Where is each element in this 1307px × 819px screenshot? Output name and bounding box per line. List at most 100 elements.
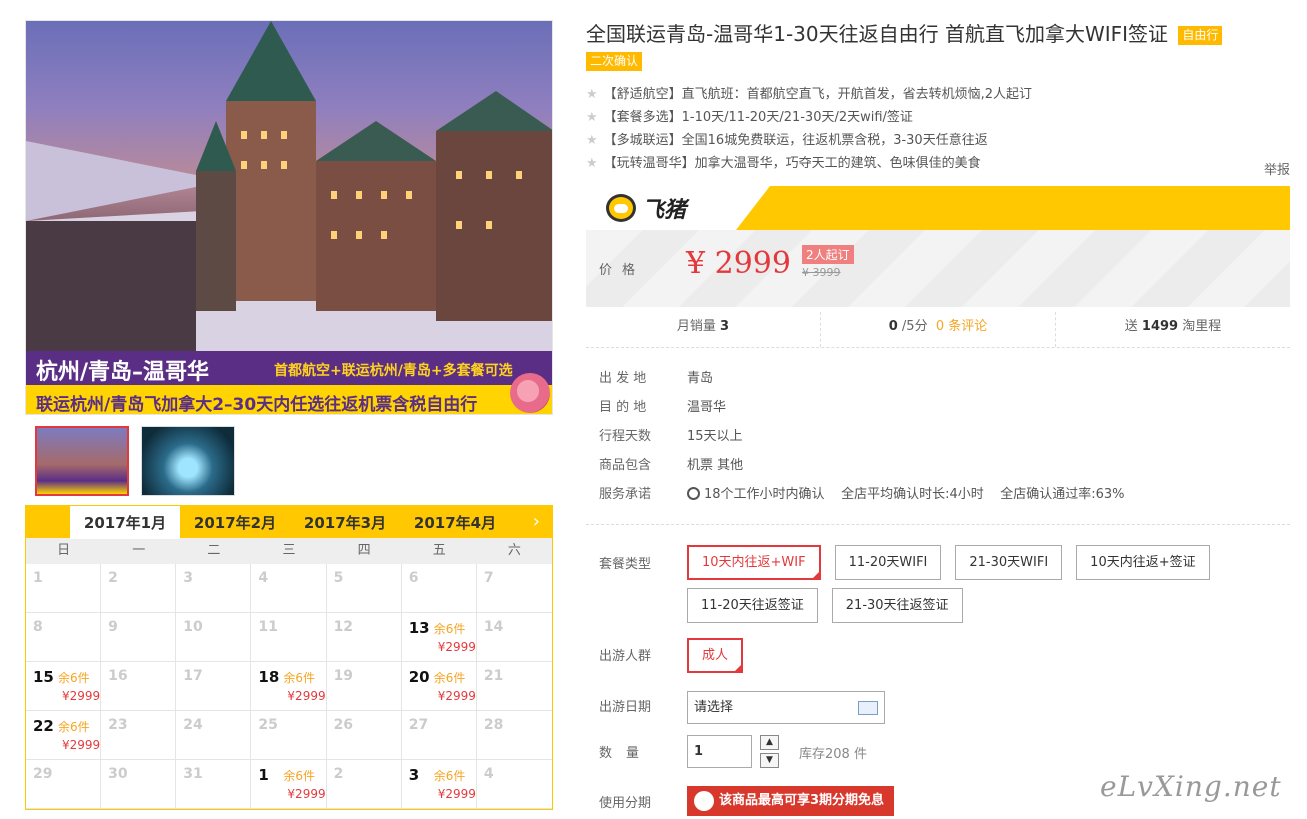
feature-text: 【舒适航空】直飞航班：首都航空直飞，开航首发，省去转机烦恼,2人起订 [603,87,1033,102]
package-option[interactable]: 21-30天WIFI [955,545,1063,580]
thumbnail-strip [35,426,235,496]
calendar-day-number: 11 [258,619,278,635]
info-label: 目 的 地 [599,400,647,415]
calendar-day-price: ¥2999 [287,689,326,703]
feature-text: 【多城联运】全国16城免费联运，往返机票含税，3-30天任意往返 [603,133,988,148]
thumbnail-2[interactable] [141,426,235,496]
quantity-label: 数量 [599,746,654,761]
calendar-day-number: 8 [33,619,43,635]
product-main-image: 杭州/青岛–温哥华 首都航空+联运杭州/青岛+多套餐可选 联运杭州/青岛飞加拿大… [25,20,553,415]
calendar-header: 2017年1月 2017年2月 2017年3月 2017年4月 › [26,506,552,539]
star-icon: ★ [586,133,598,148]
calendar-day-number: 14 [483,619,504,635]
thumbnail-1[interactable] [35,426,129,496]
info-value: 青岛 [687,371,714,386]
calendar-day-number: 27 [408,717,429,733]
report-link[interactable]: 举报 [1264,159,1290,178]
package-label: 套餐类型 [599,557,652,572]
product-gallery: 杭州/青岛–温哥华 首都航空+联运杭州/青岛+多套餐可选 联运杭州/青岛飞加拿大… [25,20,553,496]
quantity-increase-icon[interactable]: ▲ [760,735,779,750]
calendar-day-cell: 11 [251,613,327,662]
package-option[interactable]: 10天内往返+签证 [1076,545,1210,580]
calendar-day-price: ¥2999 [437,787,476,801]
calendar-day-stock: 余6件 [58,720,90,734]
calendar-day-cell: 21 [476,662,552,711]
calendar-grid: 1 2 3 4 5 6 7 8 9 10 11 12 13 余6件 ¥2999 14 15 余6件 ¥2999 16 1… [26,564,552,809]
calendar-day-cell[interactable]: 3 余6件 ¥2999 [401,760,477,809]
calendar-day-cell: 23 [101,711,177,760]
traveler-option-adult[interactable]: 成人 [687,638,744,673]
calendar-day-number: 13 [408,619,430,637]
info-label: 服务承诺 [599,487,652,502]
installment-button[interactable]: 该商品最高可享3期分期免息 [687,786,895,816]
tab-month-4[interactable]: 2017年4月 [400,506,510,538]
calendar-day-number: 31 [183,766,203,782]
calendar-day-cell: 25 [251,711,327,760]
calendar-day-cell: 14 [476,613,552,662]
calendar-day-cell: 3 [176,564,252,613]
calendar-weekdays: 日 一 二 三 四 五 六 [26,538,552,564]
calendar-day-number: 28 [483,717,504,733]
calendar-day-cell[interactable]: 18 余6件 ¥2999 [251,662,327,711]
calendar-day-cell: 17 [176,662,252,711]
calendar-day-number: 29 [33,766,53,782]
info-value: 机票 其他 [687,458,744,473]
calendar-day-cell: 19 [326,662,402,711]
next-month-icon[interactable]: › [533,511,540,532]
calendar-day-cell[interactable]: 22 余6件 ¥2999 [26,711,102,760]
calendar-day-stock: 余6件 [433,671,466,685]
calendar-icon[interactable] [858,701,878,715]
traveler-label: 出游人群 [599,649,652,664]
original-price: ¥ 3999 [802,266,841,279]
calendar-day-number: 2 [108,570,118,586]
calendar-day-cell: 28 [476,711,552,760]
calendar-day-cell[interactable]: 15 余6件 ¥2999 [26,662,102,711]
package-option[interactable]: 11-20天往返签证 [687,588,818,623]
calendar-day-cell: 31 [176,760,252,809]
installment-label: 使用分期 [599,796,652,811]
calendar-day-price: ¥2999 [62,738,101,752]
calendar-day-cell: 2 [101,564,177,613]
calendar-day-stock: 余6件 [433,622,466,636]
calendar-day-number: 6 [408,570,419,586]
calendar-day-cell[interactable]: 20 余6件 ¥2999 [401,662,477,711]
calendar-day-number: 3 [183,570,194,586]
calendar-day-number: 19 [333,668,354,684]
calendar-day-cell: 26 [326,711,402,760]
feature-text: 【套餐多选】1-10天/11-20天/21-30天/2天wifi/签证 [603,110,913,125]
calendar-day-number: 15 [33,668,54,686]
info-value: 18个工作小时内确认 全店平均确认时长:4小时 全店确认通过率:63% [704,487,1125,502]
calendar-day-number: 4 [258,570,269,586]
calendar-day-number: 9 [108,619,118,635]
calendar-day-number: 7 [483,570,494,586]
package-option[interactable]: 10天内往返+WIF [687,545,821,580]
tab-month-1[interactable]: 2017年1月 [70,506,180,539]
fliggy-brand-name: 飞猪 [642,198,687,223]
fliggy-brand-bar: 飞猪 [586,186,1290,230]
banner-title: 杭州/青岛–温哥华 [36,360,210,385]
calendar-day-cell: 8 [26,613,102,662]
comments-link[interactable]: 0 条评论 [936,319,987,334]
calendar-day-cell: 27 [401,711,477,760]
calendar-day-cell[interactable]: 13 余6件 ¥2999 [401,613,477,662]
tab-month-2[interactable]: 2017年2月 [180,506,290,538]
traveler-options: 成人 [687,638,1287,673]
calendar-day-number: 18 [258,668,280,686]
feature-item: ★ 【舒适航空】直飞航班：首都航空直飞，开航首发，省去转机烦恼,2人起订 [586,83,1290,106]
tab-month-3[interactable]: 2017年3月 [290,506,400,538]
star-icon: ★ [586,110,598,125]
date-picker-input[interactable]: 请选择 [687,691,885,724]
calendar-day-number: 4 [483,766,494,782]
package-option[interactable]: 21-30天往返签证 [831,588,963,623]
calendar-day-cell: 6 [401,564,477,613]
calendar-day-cell: 5 [326,564,402,613]
quantity-input[interactable]: 1 [687,735,752,768]
package-option[interactable]: 11-20天WIFI [834,545,942,580]
check-circle-icon [687,487,700,500]
calendar-day-number: 10 [183,619,203,635]
calendar-day-cell[interactable]: 1 余6件 ¥2999 [251,760,327,809]
quantity-decrease-icon[interactable]: ▼ [760,753,779,768]
feature-item: ★ 【套餐多选】1-10天/11-20天/21-30天/2天wifi/签证 [586,106,1290,129]
calendar-day-cell: 7 [476,564,552,613]
confirm-badge: 二次确认 [586,52,643,71]
